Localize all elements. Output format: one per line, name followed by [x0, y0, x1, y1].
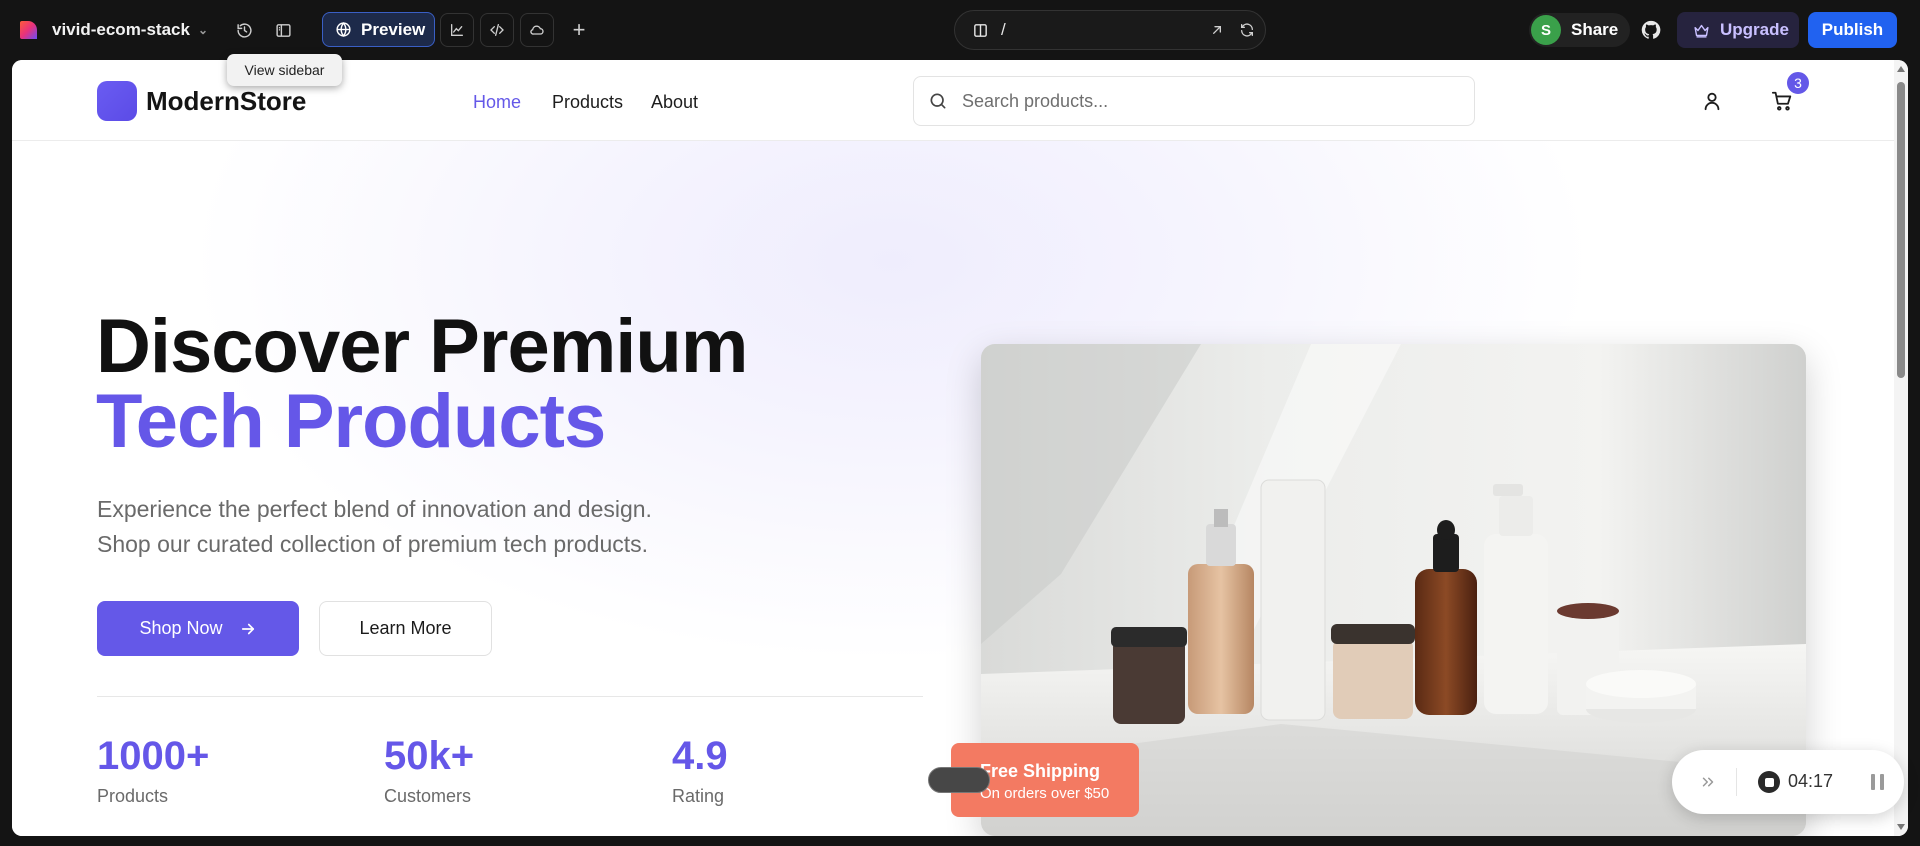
logo-icon[interactable] [18, 19, 42, 41]
shipping-subtitle: On orders over $50 [980, 785, 1110, 802]
stat-products-label: Products [97, 786, 169, 806]
recording-widget: 04:17 [1672, 750, 1904, 814]
analytics-button[interactable] [440, 13, 474, 47]
add-button[interactable]: + [562, 13, 596, 47]
plus-icon: + [572, 17, 586, 42]
recorder-divider [1736, 768, 1737, 796]
scroll-thumb[interactable] [1897, 82, 1905, 378]
hero-title-line1: Discover Premium [96, 304, 748, 389]
preview-label: Preview [361, 19, 426, 39]
crown-icon [1694, 24, 1709, 38]
skip-icon [1702, 777, 1714, 787]
shop-now-label: Shop Now [139, 618, 223, 638]
drag-handle[interactable] [928, 767, 990, 793]
hero-subtitle-line2: Shop our curated collection of premium t… [97, 531, 649, 557]
search-box [913, 76, 1475, 126]
code-button[interactable] [480, 13, 514, 47]
shop-now-button[interactable]: Shop Now [97, 601, 299, 656]
github-icon [1641, 20, 1661, 39]
stop-button[interactable] [1758, 771, 1780, 793]
globe-icon [336, 22, 351, 37]
editor-topbar: vivid-ecom-stack ⌄ Preview + / S Share U… [0, 0, 1920, 60]
preview-button[interactable]: Preview [322, 12, 435, 47]
stat-customers-label: Customers [384, 786, 472, 806]
shipping-title: Free Shipping [980, 761, 1101, 781]
project-switcher[interactable]: vivid-ecom-stack ⌄ [52, 18, 208, 42]
sidebar-icon [275, 23, 291, 37]
address-bar[interactable]: / [954, 10, 1266, 50]
stat-customers-value: 50k+ [384, 734, 475, 778]
refresh-icon [1241, 23, 1253, 37]
scroll-up-arrow[interactable] [1897, 66, 1905, 72]
stop-icon [1764, 777, 1774, 787]
open-external-button[interactable] [1205, 18, 1229, 42]
hero-subtitle-line1: Experience the perfect blend of innovati… [97, 496, 652, 522]
preview-frame: ModernStore Home Products About 3 Discov… [12, 60, 1908, 836]
cloud-icon [530, 25, 544, 35]
code-icon [490, 24, 504, 36]
github-button[interactable] [1634, 13, 1668, 47]
recording-time: 04:17 [1788, 771, 1834, 791]
project-name: vivid-ecom-stack [52, 20, 190, 39]
hero-section: Discover Premium Tech Products Experienc… [12, 141, 1894, 836]
nav-about[interactable]: About [651, 92, 698, 113]
url-path[interactable]: / [1001, 20, 1205, 40]
pause-icon [1870, 774, 1875, 790]
stat-products-value: 1000+ [97, 734, 210, 778]
upgrade-label: Upgrade [1720, 20, 1789, 39]
search-input[interactable] [962, 90, 1442, 112]
view-mode-group [440, 13, 554, 47]
history-icon [236, 22, 252, 38]
avatar[interactable]: S [1531, 15, 1561, 45]
history-button[interactable] [228, 14, 260, 46]
hero-title-line2: Tech Products [96, 379, 606, 464]
account-button[interactable] [1699, 88, 1725, 114]
user-icon [1704, 92, 1720, 111]
page-icon [973, 23, 987, 37]
upgrade-button[interactable]: Upgrade [1677, 12, 1799, 48]
stats-divider [97, 696, 923, 697]
page-selector[interactable] [967, 17, 993, 43]
external-link-icon [1213, 25, 1221, 34]
nav-home[interactable]: Home [473, 92, 521, 113]
view-sidebar-button[interactable] [267, 14, 299, 46]
nav-products[interactable]: Products [552, 92, 623, 113]
refresh-button[interactable] [1235, 18, 1259, 42]
cart-count-badge: 3 [1785, 70, 1811, 96]
scroll-down-arrow[interactable] [1897, 824, 1905, 830]
stat-rating-label: Rating [672, 786, 725, 806]
chevron-down-icon: ⌄ [197, 23, 209, 37]
view-sidebar-tooltip: View sidebar [227, 54, 342, 86]
cloud-button[interactable] [520, 13, 554, 47]
share-button[interactable]: S Share [1529, 13, 1631, 47]
publish-button[interactable]: Publish [1808, 12, 1897, 48]
preview-scrollbar[interactable] [1894, 60, 1908, 836]
chart-icon [451, 24, 463, 36]
pause-button[interactable] [1866, 771, 1888, 793]
arrow-right-icon [241, 623, 254, 634]
collapse-button[interactable] [1696, 770, 1720, 794]
store-brand[interactable]: ModernStore [146, 86, 306, 117]
stat-rating-value: 4.9 [672, 734, 728, 778]
share-label: Share [1571, 20, 1619, 39]
store-logo-icon[interactable] [97, 81, 137, 121]
learn-more-button[interactable]: Learn More [319, 601, 492, 656]
search-icon [930, 93, 946, 109]
